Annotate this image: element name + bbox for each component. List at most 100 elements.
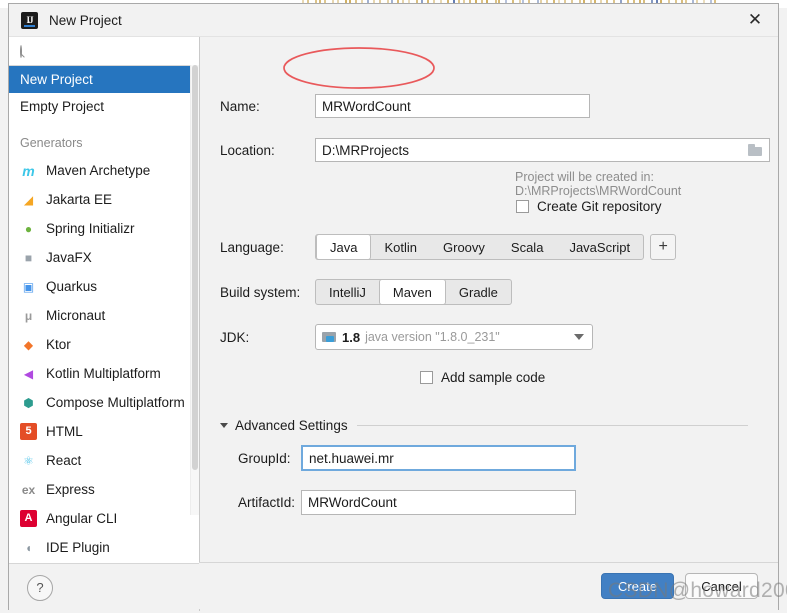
- build-system-row: Build system: IntelliJ Maven Gradle: [220, 279, 512, 305]
- sidebar-item-label: Micronaut: [46, 308, 106, 323]
- create-git-repository-checkbox[interactable]: Create Git repository: [516, 199, 662, 214]
- sidebar-item-label: IDE Plugin: [46, 540, 110, 555]
- build-system-label: Build system:: [220, 284, 301, 300]
- sidebar-item-label: React: [46, 453, 82, 468]
- express-icon: ex: [21, 482, 36, 497]
- sidebar-item-ide-plugin[interactable]: ◖ IDE Plugin: [9, 533, 199, 562]
- create-button[interactable]: Create: [601, 573, 674, 599]
- sidebar-item-spring-initializr[interactable]: ● Spring Initializr: [9, 214, 199, 243]
- ide-plugin-icon: ◖: [24, 540, 33, 555]
- advanced-settings-header[interactable]: Advanced Settings: [220, 418, 748, 433]
- sidebar-scrollbar[interactable]: [190, 65, 199, 515]
- search-input[interactable]: [30, 40, 210, 62]
- sidebar-item-kotlin-multiplatform[interactable]: ◀ Kotlin Multiplatform: [9, 359, 199, 388]
- location-hint: Project will be created in: D:\MRProject…: [515, 170, 682, 198]
- checkbox-label: Add sample code: [441, 370, 546, 385]
- react-icon: ⚛: [23, 453, 34, 468]
- search-icon: [20, 44, 22, 58]
- location-value: D:\MRProjects: [322, 142, 410, 158]
- sidebar-item-new-project[interactable]: New Project: [9, 66, 199, 93]
- sidebar-item-label: Ktor: [46, 337, 71, 352]
- sidebar-item-maven-archetype[interactable]: m Maven Archetype: [9, 156, 199, 185]
- jdk-folder-icon: [322, 331, 337, 343]
- group-id-label: GroupId:: [238, 450, 291, 466]
- jdk-label: JDK:: [220, 329, 250, 345]
- sidebar-item-label: New Project: [20, 72, 93, 87]
- sidebar-item-label: Spring Initializr: [46, 221, 135, 236]
- language-label: Language:: [220, 239, 284, 255]
- language-option-kotlin[interactable]: Kotlin: [371, 235, 430, 259]
- dialog-body: New Project Empty Project Generators m Ma…: [9, 37, 778, 611]
- angular-icon: A: [20, 510, 37, 527]
- location-input[interactable]: D:\MRProjects: [315, 138, 770, 162]
- divider: [356, 425, 748, 426]
- sidebar-item-ktor[interactable]: ◆ Ktor: [9, 330, 199, 359]
- add-language-button[interactable]: +: [650, 234, 677, 260]
- maven-icon: m: [22, 162, 35, 179]
- folder-icon[interactable]: [748, 144, 763, 156]
- build-system-option-maven[interactable]: Maven: [378, 280, 446, 304]
- jdk-description: java version "1.8.0_231": [365, 330, 500, 344]
- quarkus-icon: ▣: [22, 279, 35, 294]
- jdk-version: 1.8: [342, 329, 361, 345]
- dialog-action-bar: Create Cancel: [199, 562, 778, 609]
- sidebar-item-label: Compose Multiplatform: [46, 395, 185, 410]
- language-row: Language: Java Kotlin Groovy Scala JavaScrip…: [220, 234, 677, 260]
- help-icon[interactable]: ?: [27, 574, 53, 601]
- group-id-input[interactable]: net.huawei.mr: [301, 445, 576, 471]
- sidebar-item-angular-cli[interactable]: A Angular CLI: [9, 504, 199, 533]
- sidebar-nav-list: New Project Empty Project Generators m Ma…: [9, 66, 199, 563]
- sidebar-scrollbar-thumb[interactable]: [192, 65, 198, 470]
- javafx-icon: ■: [24, 250, 33, 265]
- jakarta-ee-icon: ◢: [23, 192, 34, 207]
- jdk-dropdown[interactable]: 1.8 java version "1.8.0_231": [315, 324, 593, 350]
- build-system-option-intellij[interactable]: IntelliJ: [316, 280, 379, 304]
- language-option-groovy[interactable]: Groovy: [430, 235, 498, 259]
- new-project-dialog: IJ New Project ✕ New Project Empty Proje…: [8, 3, 779, 611]
- sidebar-item-quarkus[interactable]: ▣ Quarkus: [9, 272, 199, 301]
- micronaut-icon: μ: [24, 308, 33, 323]
- build-system-segmented-control[interactable]: IntelliJ Maven Gradle: [315, 279, 512, 305]
- cancel-button[interactable]: Cancel: [685, 573, 758, 599]
- language-segmented-control[interactable]: Java Kotlin Groovy Scala JavaScript: [315, 234, 645, 260]
- chevron-down-icon[interactable]: [220, 423, 228, 428]
- sidebar-item-javafx[interactable]: ■ JavaFX: [9, 243, 199, 272]
- sidebar-item-label: Quarkus: [46, 279, 98, 294]
- add-sample-code-checkbox[interactable]: Add sample code: [420, 370, 545, 385]
- artifact-id-input[interactable]: MRWordCount: [301, 490, 576, 515]
- build-system-option-gradle[interactable]: Gradle: [446, 280, 511, 304]
- name-input[interactable]: MRWordCount: [315, 94, 590, 118]
- sidebar-item-compose-multiplatform[interactable]: ⬢ Compose Multiplatform: [9, 388, 199, 417]
- close-icon[interactable]: ✕: [732, 4, 778, 35]
- checkbox-label: Create Git repository: [537, 199, 662, 214]
- language-option-javascript[interactable]: JavaScript: [556, 235, 643, 259]
- sidebar-item-micronaut[interactable]: μ Micronaut: [9, 301, 199, 330]
- generators-group-label: Generators: [20, 136, 83, 150]
- sidebar-item-label: Express: [46, 482, 95, 497]
- jdk-row: JDK: 1.8 java version "1.8.0_231": [220, 324, 593, 350]
- language-option-scala[interactable]: Scala: [498, 235, 557, 259]
- dialog-title: New Project: [49, 12, 122, 28]
- html5-icon: 5: [20, 423, 37, 440]
- dialog-titlebar: IJ New Project ✕: [9, 4, 778, 37]
- chevron-down-icon[interactable]: [574, 334, 584, 340]
- help-bar: ?: [9, 563, 199, 611]
- checkbox-box[interactable]: [516, 200, 529, 213]
- kotlin-icon: ◀: [23, 366, 34, 381]
- ktor-icon: ◆: [23, 337, 34, 352]
- location-label: Location:: [220, 142, 275, 158]
- group-id-row: GroupId: net.huawei.mr: [238, 445, 576, 471]
- sidebar-item-express[interactable]: ex Express: [9, 475, 199, 504]
- sidebar-search-row[interactable]: [9, 37, 210, 66]
- intellij-idea-icon: IJ: [21, 11, 38, 29]
- sidebar-item-label: Angular CLI: [46, 511, 118, 526]
- sidebar-item-html[interactable]: 5 HTML: [9, 417, 199, 446]
- name-row: Name: MRWordCount: [220, 94, 590, 118]
- name-label: Name:: [220, 98, 260, 114]
- advanced-settings-title: Advanced Settings: [235, 418, 348, 433]
- sidebar-item-react[interactable]: ⚛ React: [9, 446, 199, 475]
- sidebar-item-jakarta-ee[interactable]: ◢ Jakarta EE: [9, 185, 199, 214]
- sidebar-item-empty-project[interactable]: Empty Project: [9, 93, 199, 120]
- language-option-java[interactable]: Java: [316, 235, 372, 259]
- checkbox-box[interactable]: [420, 371, 433, 384]
